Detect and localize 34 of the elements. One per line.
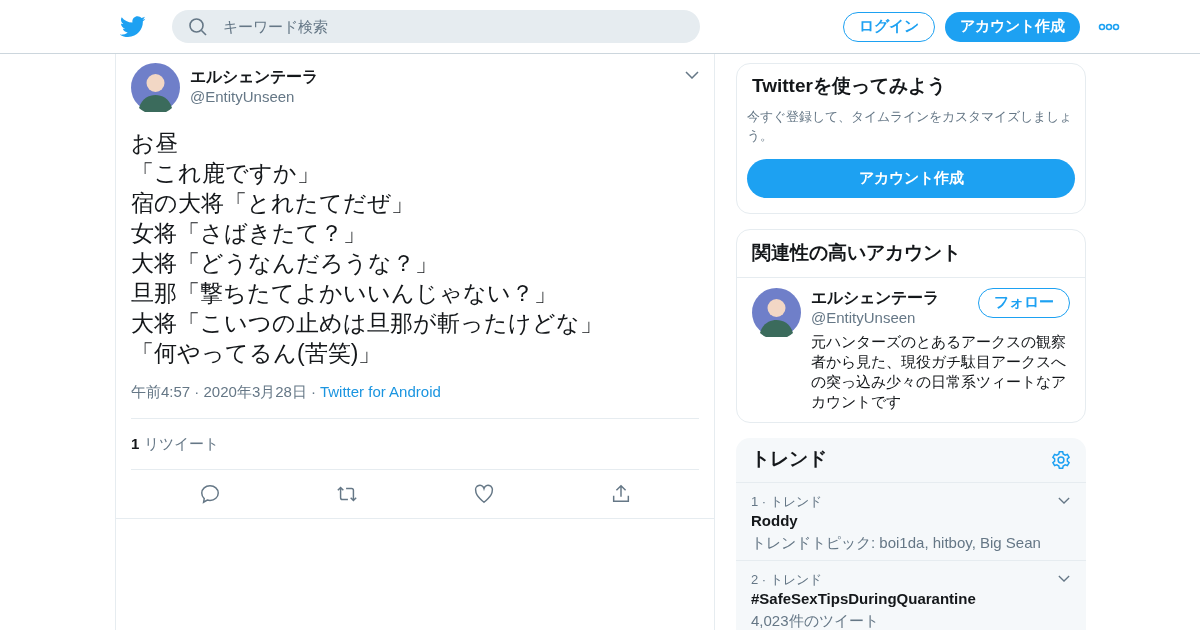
avatar[interactable] [131, 63, 180, 112]
more-icon[interactable] [1098, 22, 1120, 31]
avatar[interactable] [752, 287, 801, 337]
tweet-timestamp[interactable]: 午前4:57 · 2020年3月28日 [131, 381, 307, 404]
trend-topic[interactable]: #SafeSexTipsDuringQuarantine [751, 588, 1071, 609]
trend-detail: トレンドトピック: boi1da, hitboy, Big Sean [751, 532, 1042, 553]
bird-logo-icon[interactable] [120, 15, 146, 38]
chevron-down-icon[interactable] [685, 71, 699, 79]
heart-icon[interactable] [472, 483, 495, 505]
user-handle[interactable]: @EntityUnseen [811, 307, 939, 328]
user-bio: 元ハンターズのとあるアークスの観察者から見た、現役ガチ駄目アークスへの突っ込み少々の日常系ツィートなアカウントです [811, 331, 1067, 412]
card-title: トレンド [751, 447, 827, 472]
search-icon [188, 17, 208, 37]
trend-rank: 2 · トレンド [751, 570, 822, 589]
card-text: 今すぐ登録して、タイムラインをカスタマイズしましょう。 [747, 108, 1073, 145]
retweet-count[interactable]: 1 リツイート [131, 418, 699, 470]
trend-detail: 4,023件のツイート [751, 610, 880, 630]
trend-rank: 1 · トレンド [751, 492, 822, 511]
search-field[interactable]: キーワード検索 [172, 10, 700, 43]
chevron-down-icon[interactable] [1058, 574, 1070, 582]
create-account-button[interactable]: アカウント作成 [747, 159, 1075, 198]
settings-icon[interactable] [1051, 449, 1071, 470]
card-title: Twitterを使ってみよう [751, 74, 947, 98]
user-name[interactable]: エルシェンテーラ [190, 67, 318, 87]
trend-topic[interactable]: Roddy [751, 510, 1071, 531]
user-handle[interactable]: @EntityUnseen [190, 87, 318, 107]
tweet-text: お昼 「これ鹿ですか」 宿の大将「とれたてだぜ」 女将「さばきたて？」 大将「どうなんだろうな？」 旦那「撃ちたてよかいいんじゃない？」 大将「こいつの止めは旦那が斬ったけどな」 「何やってるん(苦笑)」 [131, 129, 604, 368]
source-link[interactable]: Twitter for Android [319, 381, 441, 404]
user-name[interactable]: エルシェンテーラ [811, 287, 939, 308]
reply-icon[interactable] [198, 483, 221, 505]
card-title: 関連性の高いアカウント [737, 230, 1085, 278]
signup-button[interactable]: アカウント作成 [945, 11, 1080, 42]
chevron-down-icon[interactable] [1058, 496, 1070, 504]
separator-dot: · [310, 382, 316, 402]
